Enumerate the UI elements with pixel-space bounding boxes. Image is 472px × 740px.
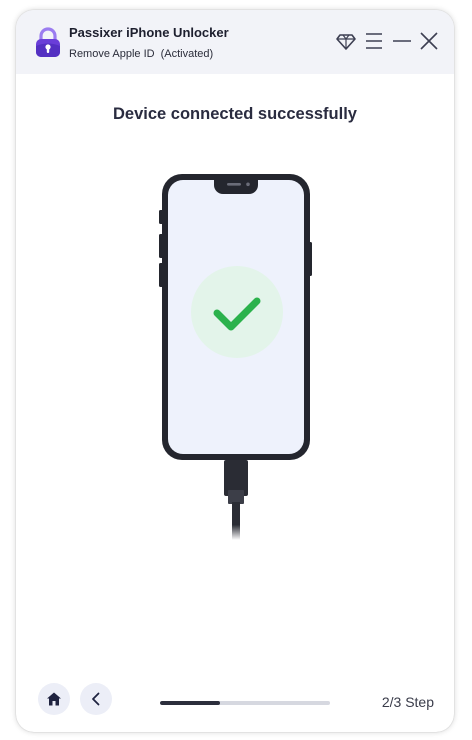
step-progress-fill — [160, 701, 220, 705]
footer-bar: 2/3 Step — [16, 680, 454, 732]
activation-status: (Activated) — [160, 48, 214, 60]
app-window: Passixer iPhone Unlocker Remove Apple ID… — [16, 10, 454, 732]
home-button[interactable] — [38, 683, 70, 715]
close-icon[interactable] — [418, 30, 440, 52]
page-title: Device connected successfully — [113, 105, 357, 123]
checkmark-icon — [191, 266, 283, 358]
step-indicator: 2/3 Step — [381, 694, 434, 710]
home-icon — [47, 692, 61, 706]
minimize-icon[interactable] — [391, 30, 413, 52]
menu-icon[interactable] — [363, 30, 385, 52]
back-button[interactable] — [80, 683, 112, 715]
mode-label: Remove Apple ID — [69, 48, 155, 60]
title-bar: Passixer iPhone Unlocker Remove Apple ID… — [16, 10, 454, 74]
app-subtitle: Remove Apple ID (Activated) — [69, 48, 213, 60]
step-progress-bar — [160, 701, 330, 705]
lock-logo-icon — [34, 26, 62, 58]
chevron-left-icon — [92, 692, 100, 706]
app-title: Passixer iPhone Unlocker — [69, 25, 229, 40]
diamond-icon[interactable] — [335, 30, 357, 52]
